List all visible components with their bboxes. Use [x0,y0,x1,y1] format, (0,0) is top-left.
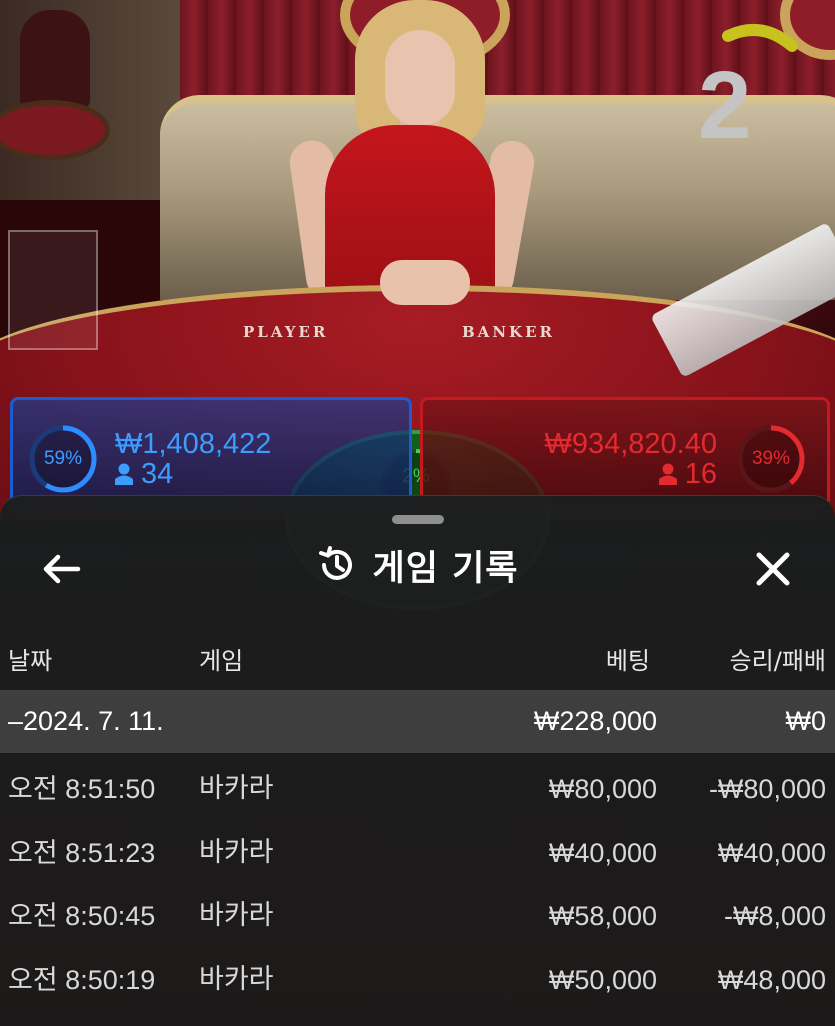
row-game: 바카라 [199,964,274,995]
row-game: 바카라 [199,773,274,804]
date-group-winloss-total: ₩0 [785,706,827,736]
player-total-bet: ₩1,408,422 [115,428,272,460]
sheet-drag-handle[interactable] [392,515,444,524]
row-bet: ₩80,000 [548,774,657,804]
banker-bettor-count-value: 16 [684,458,717,490]
date-group-bet-total: ₩228,000 [533,706,657,736]
row-game: 바카라 [199,837,274,868]
row-time: 오전 8:50:45 [8,901,156,931]
dealer-hands [380,260,470,305]
banker-percent: 39% [751,448,791,469]
person-icon [658,463,677,485]
sheet-title: 게임 기록 [372,548,519,589]
player-bet-spot[interactable]: 59% ₩1,408,422 34 [10,397,412,507]
row-time: 오전 8:51:23 [8,838,156,868]
column-header-bet: 베팅 [605,647,650,675]
person-icon [115,463,133,485]
table-row[interactable]: 오전 8:50:45 바카라 ₩58,000 -₩8,000 [0,885,835,948]
player-percent-ring: 59% [27,423,99,495]
felt-label-player: PLAYER [243,323,329,341]
table-row[interactable]: 오전 8:51:50 바카라 ₩80,000 -₩80,000 [0,758,835,821]
banker-bet-spot[interactable]: ₩934,820.40 16 39% [420,397,830,507]
row-bet: ₩40,000 [548,838,657,868]
date-group-row[interactable]: –2024. 7. 11. ₩228,000 ₩0 [0,690,835,753]
background-dealer [20,10,90,110]
row-time: 오전 8:50:19 [8,965,156,995]
discard-tray [8,230,98,350]
table-row[interactable]: 오전 8:50:19 바카라 ₩50,000 ₩48,000 [0,949,835,1012]
banker-total-bet: ₩934,820.40 [544,428,717,460]
dealer-face [385,30,455,125]
row-winloss: ₩40,000 [717,838,826,868]
row-time: 오전 8:51:50 [8,774,156,804]
column-header-date: 날짜 [8,647,53,675]
player-bettor-count-value: 34 [141,458,174,490]
column-header-winloss: 승리/패배 [729,647,826,675]
banker-bettor-count: 16 [658,458,717,490]
row-winloss: -₩8,000 [723,901,826,931]
row-game: 바카라 [199,900,274,931]
date-group-label: –2024. 7. 11. [8,706,164,736]
row-bet: ₩58,000 [548,901,657,931]
felt-label-banker: BANKER [462,323,555,341]
round-timer-icon [722,24,798,52]
row-winloss: -₩80,000 [708,774,826,804]
game-history-sheet: 게임 기록 날짜 게임 베팅 승리/패배 –2024. 7. 11. ₩228,… [0,495,835,1026]
close-button[interactable] [750,546,796,592]
player-percent: 59% [43,448,83,469]
column-header-game: 게임 [199,647,244,675]
player-bettor-count: 34 [115,458,173,490]
sheet-header: 게임 기록 [0,542,835,589]
close-icon [756,552,790,586]
round-number: 2 [698,52,752,159]
banker-percent-ring: 39% [735,423,807,495]
table-row[interactable]: 오전 8:51:23 바카라 ₩40,000 ₩40,000 [0,822,835,885]
row-winloss: ₩48,000 [717,965,826,995]
history-icon [318,546,352,580]
row-bet: ₩50,000 [548,965,657,995]
